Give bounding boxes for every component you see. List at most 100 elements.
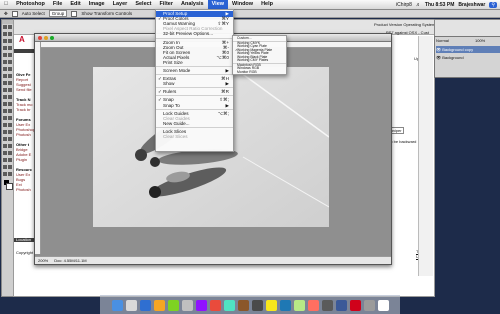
- tool-icon[interactable]: [8, 130, 12, 134]
- tool-icon[interactable]: [3, 116, 7, 120]
- volume-icon[interactable]: ♬: [416, 2, 421, 8]
- tool-icon[interactable]: [3, 172, 7, 176]
- tool-icon[interactable]: [8, 116, 12, 120]
- tool-icon[interactable]: [8, 123, 12, 127]
- view-menu-item[interactable]: New Guide...: [156, 121, 233, 127]
- clock[interactable]: Thu 8:53 PM: [425, 2, 454, 8]
- group-select[interactable]: Group: [48, 10, 68, 17]
- sidebar-link[interactable]: Plugin: [16, 157, 27, 162]
- tool-icon[interactable]: [8, 81, 12, 85]
- move-tool-icon[interactable]: ✥: [4, 11, 8, 17]
- view-menu-item[interactable]: Print Size: [156, 60, 233, 66]
- blend-mode-select[interactable]: Normal: [436, 38, 449, 43]
- dock-app-icon[interactable]: [237, 299, 249, 311]
- tool-icon[interactable]: [8, 46, 12, 50]
- tool-icon[interactable]: [8, 39, 12, 43]
- tool-icon[interactable]: [8, 88, 12, 92]
- tool-icon[interactable]: [8, 165, 12, 169]
- dock-app-icon[interactable]: [307, 299, 319, 311]
- layer-row-background[interactable]: 👁 Background: [436, 54, 500, 61]
- spotlight-icon[interactable]: ⚲: [489, 1, 497, 8]
- tool-icon[interactable]: [8, 137, 12, 141]
- opacity-field[interactable]: 100%: [475, 38, 485, 43]
- browser-scrollbar[interactable]: [418, 36, 433, 276]
- dock-app-icon[interactable]: [167, 299, 179, 311]
- apple-menu-icon[interactable]: : [0, 0, 12, 9]
- menu-analysis[interactable]: Analysis: [177, 0, 208, 9]
- background-color-swatch[interactable]: [6, 183, 13, 190]
- dock-app-icon[interactable]: [251, 299, 263, 311]
- view-menu-item[interactable]: Snap To ▶: [156, 103, 233, 109]
- tool-icon[interactable]: [8, 25, 12, 29]
- show-transform-checkbox[interactable]: [71, 10, 78, 17]
- tool-icon[interactable]: [3, 151, 7, 155]
- proof-setup-item[interactable]: Custom...: [233, 36, 286, 40]
- menu-file[interactable]: File: [49, 0, 66, 9]
- chirp-label[interactable]: iChirp8: [396, 2, 412, 8]
- sidebar-link[interactable]: Photosh: [16, 187, 31, 192]
- minimize-window-icon[interactable]: [44, 35, 48, 40]
- menu-photoshop[interactable]: Photoshop: [12, 0, 49, 9]
- tool-icon[interactable]: [3, 39, 7, 43]
- tool-icon[interactable]: [3, 130, 7, 134]
- menu-select[interactable]: Select: [131, 0, 155, 9]
- tool-icon[interactable]: [3, 53, 7, 57]
- view-menu-item[interactable]: 32-bit Preview Options...: [156, 31, 233, 37]
- dock-app-icon[interactable]: [363, 299, 375, 311]
- menu-edit[interactable]: Edit: [66, 0, 84, 9]
- dock-app-icon[interactable]: [181, 299, 193, 311]
- tool-icon[interactable]: [3, 102, 7, 106]
- sidebar-link[interactable]: Track br: [16, 107, 31, 112]
- tool-icon[interactable]: [3, 144, 7, 148]
- tool-icon[interactable]: [8, 53, 12, 57]
- tool-icon[interactable]: [3, 60, 7, 64]
- tool-icon[interactable]: [8, 95, 12, 99]
- sidebar-link[interactable]: Send file: [16, 87, 32, 92]
- dock-app-icon[interactable]: [349, 299, 361, 311]
- tool-icon[interactable]: [8, 151, 12, 155]
- zoom-window-icon[interactable]: [50, 35, 54, 40]
- tool-icon[interactable]: [8, 32, 12, 36]
- view-menu-item[interactable]: ✓ Rulers ⌘R: [156, 89, 233, 95]
- tool-icon[interactable]: [8, 67, 12, 71]
- proof-setup-item[interactable]: Working CMY Plates: [233, 58, 286, 62]
- tool-icon[interactable]: [8, 158, 12, 162]
- tool-icon[interactable]: [8, 109, 12, 113]
- close-window-icon[interactable]: [38, 35, 42, 40]
- dock-app-icon[interactable]: [335, 299, 347, 311]
- tool-icon[interactable]: [3, 67, 7, 71]
- tool-icon[interactable]: [8, 74, 12, 78]
- tool-icon[interactable]: [3, 81, 7, 85]
- browser-tabs-label[interactable]: Product Version Operating System: [374, 22, 435, 27]
- view-menu-item[interactable]: Show ▶: [156, 81, 233, 87]
- dock-app-icon[interactable]: [321, 299, 333, 311]
- dock-app-icon[interactable]: [293, 299, 305, 311]
- tool-icon[interactable]: [3, 25, 7, 29]
- dock-app-icon[interactable]: [125, 299, 137, 311]
- tool-icon[interactable]: [3, 88, 7, 92]
- menu-filter[interactable]: Filter: [156, 0, 177, 9]
- dock-app-icon[interactable]: [377, 299, 389, 311]
- tool-icon[interactable]: [8, 102, 12, 106]
- menu-help[interactable]: Help: [257, 0, 277, 9]
- tool-icon[interactable]: [8, 60, 12, 64]
- layer-row-background-copy[interactable]: 👁 Background copy: [436, 46, 500, 53]
- tool-icon[interactable]: [3, 32, 7, 36]
- tool-icon[interactable]: [3, 158, 7, 162]
- tool-icon[interactable]: [3, 109, 7, 113]
- menu-layer[interactable]: Layer: [109, 0, 132, 9]
- view-menu-item[interactable]: Screen Mode ▶: [156, 68, 233, 74]
- dock-app-icon[interactable]: [279, 299, 291, 311]
- tool-icon[interactable]: [3, 137, 7, 141]
- tool-icon[interactable]: [3, 123, 7, 127]
- dock-app-icon[interactable]: [111, 299, 123, 311]
- tool-icon[interactable]: [3, 74, 7, 78]
- dock-app-icon[interactable]: [195, 299, 207, 311]
- dock-app-icon[interactable]: [209, 299, 221, 311]
- dock-app-icon[interactable]: [139, 299, 151, 311]
- menu-view[interactable]: View: [207, 0, 229, 9]
- menu-image[interactable]: Image: [85, 0, 109, 9]
- doc-size[interactable]: Doc: 4.55M/11.1M: [54, 257, 86, 264]
- dock-app-icon[interactable]: [153, 299, 165, 311]
- tool-icon[interactable]: [8, 172, 12, 176]
